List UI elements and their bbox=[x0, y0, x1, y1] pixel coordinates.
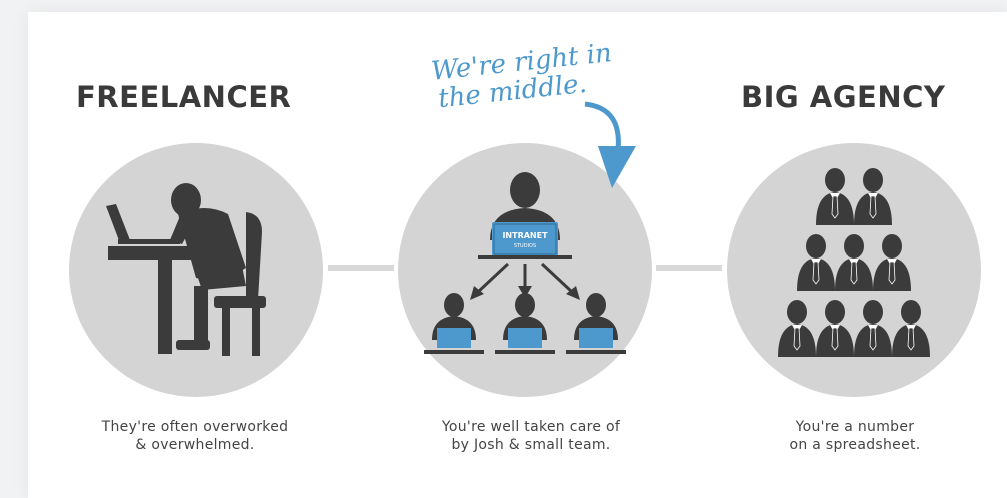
connector-right bbox=[656, 265, 722, 271]
big-agency-caption-line-1: You're a number bbox=[795, 419, 915, 435]
small-team-caption: You're well taken care of by Josh & smal… bbox=[401, 418, 661, 454]
small-team-caption-line-1: You're well taken care of bbox=[441, 419, 621, 435]
freelancer-caption-line-1: They're often overworked bbox=[101, 419, 289, 435]
callout-arrow-icon bbox=[584, 101, 621, 151]
big-agency-caption: You're a number on a spreadsheet. bbox=[725, 418, 985, 454]
big-agency-caption-line-2: on a spreadsheet. bbox=[789, 437, 921, 453]
freelancer-caption: They're often overworked & overwhelmed. bbox=[65, 418, 325, 454]
laptop-logo-line-1: INTRANET bbox=[502, 231, 548, 240]
laptop-logo-line-2: STUDIOS bbox=[514, 243, 536, 249]
freelancer-caption-line-2: & overwhelmed. bbox=[135, 437, 255, 453]
small-team-caption-line-2: by Josh & small team. bbox=[451, 437, 611, 453]
connector-left bbox=[328, 265, 394, 271]
